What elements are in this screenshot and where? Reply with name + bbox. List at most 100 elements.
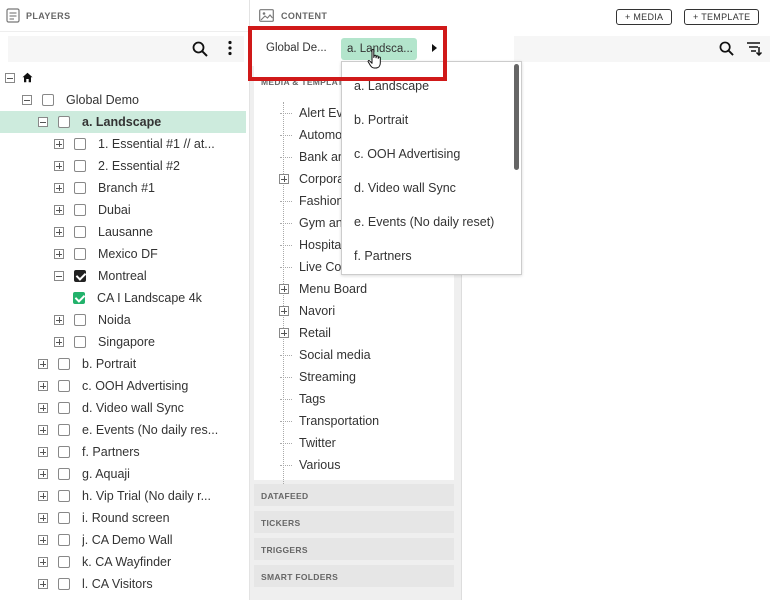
content-search-bar[interactable]: [514, 36, 770, 62]
player-checkbox[interactable]: [74, 270, 86, 282]
expand-plus-icon[interactable]: [38, 447, 48, 457]
expand-plus-icon[interactable]: [54, 139, 64, 149]
player-tree-row[interactable]: Branch #1: [0, 177, 246, 199]
section-triggers[interactable]: TRIGGERS: [254, 538, 454, 560]
player-tree-row[interactable]: 2. Essential #2: [0, 155, 246, 177]
media-folder-row[interactable]: Various: [254, 454, 454, 476]
dropdown-option[interactable]: f. Partners: [354, 249, 412, 263]
player-tree-row[interactable]: d. Video wall Sync: [0, 397, 246, 419]
player-checkbox[interactable]: [58, 380, 70, 392]
player-tree-row[interactable]: Dubai: [0, 199, 246, 221]
player-checkbox[interactable]: [74, 226, 86, 238]
expand-plus-icon[interactable]: [38, 579, 48, 589]
player-checkbox[interactable]: [74, 138, 86, 150]
search-icon[interactable]: [719, 41, 734, 56]
collapse-minus-icon[interactable]: [38, 117, 48, 127]
expand-plus-icon[interactable]: [54, 315, 64, 325]
expand-plus-icon[interactable]: [279, 306, 289, 316]
player-tree-row[interactable]: g. Aquaji: [0, 463, 246, 485]
player-tree-row[interactable]: Lausanne: [0, 221, 246, 243]
player-tree-row[interactable]: Noida: [0, 309, 246, 331]
home-icon[interactable]: [22, 72, 33, 83]
expand-plus-icon[interactable]: [54, 249, 64, 259]
section-datafeed[interactable]: DATAFEED: [254, 484, 454, 506]
collapse-minus-icon[interactable]: [54, 271, 64, 281]
player-tree-row[interactable]: Global Demo: [0, 89, 246, 111]
expand-plus-icon[interactable]: [38, 381, 48, 391]
player-checkbox[interactable]: [58, 424, 70, 436]
media-folder-row[interactable]: Navori: [254, 300, 454, 322]
expand-plus-icon[interactable]: [38, 491, 48, 501]
player-checkbox[interactable]: [58, 556, 70, 568]
media-folder-row[interactable]: Social media: [254, 344, 454, 366]
add-template-button[interactable]: + TEMPLATE: [684, 9, 760, 25]
player-tree-row[interactable]: [0, 67, 246, 89]
player-tree-row[interactable]: l. CA Visitors: [0, 573, 246, 595]
expand-plus-icon[interactable]: [38, 469, 48, 479]
player-checkbox[interactable]: [74, 314, 86, 326]
media-folder-row[interactable]: Transportation: [254, 410, 454, 432]
expand-plus-icon[interactable]: [38, 425, 48, 435]
dropdown-option[interactable]: e. Events (No daily reset): [354, 215, 494, 229]
player-checkbox[interactable]: [74, 182, 86, 194]
player-tree-row[interactable]: i. Round screen: [0, 507, 246, 529]
expand-plus-icon[interactable]: [54, 337, 64, 347]
player-tree-row[interactable]: Singapore: [0, 331, 246, 353]
player-checkbox[interactable]: [74, 204, 86, 216]
player-checkbox[interactable]: [58, 446, 70, 458]
player-checkbox[interactable]: [58, 468, 70, 480]
add-media-button[interactable]: + MEDIA: [616, 9, 673, 25]
player-checkbox[interactable]: [74, 160, 86, 172]
player-checkbox[interactable]: [58, 402, 70, 414]
player-checkbox[interactable]: [73, 292, 85, 304]
media-folder-row[interactable]: Twitter: [254, 432, 454, 454]
player-tree-row[interactable]: f. Partners: [0, 441, 246, 463]
expand-plus-icon[interactable]: [54, 161, 64, 171]
dropdown-option[interactable]: c. OOH Advertising: [354, 147, 460, 161]
expand-plus-icon[interactable]: [279, 328, 289, 338]
player-checkbox[interactable]: [58, 358, 70, 370]
player-tree-row[interactable]: k. CA Wayfinder: [0, 551, 246, 573]
player-tree-row[interactable]: CA I Landscape 4k: [0, 287, 246, 309]
expand-plus-icon[interactable]: [54, 205, 64, 215]
expand-plus-icon[interactable]: [38, 513, 48, 523]
player-tree-row[interactable]: e. Events (No daily res...: [0, 419, 246, 441]
player-checkbox[interactable]: [58, 534, 70, 546]
player-tree-row[interactable]: h. Vip Trial (No daily r...: [0, 485, 246, 507]
dropdown-option[interactable]: a. Landscape: [354, 79, 429, 93]
expand-plus-icon[interactable]: [279, 174, 289, 184]
media-folder-row[interactable]: Retail: [254, 322, 454, 344]
media-folder-row[interactable]: Menu Board: [254, 278, 454, 300]
expand-plus-icon[interactable]: [38, 557, 48, 567]
section-tickers[interactable]: TICKERS: [254, 511, 454, 533]
player-checkbox[interactable]: [58, 490, 70, 502]
player-checkbox[interactable]: [58, 578, 70, 590]
dropdown-option[interactable]: b. Portrait: [354, 113, 408, 127]
player-tree-row[interactable]: Montreal: [0, 265, 246, 287]
player-tree-row[interactable]: c. OOH Advertising: [0, 375, 246, 397]
collapse-minus-icon[interactable]: [5, 73, 15, 83]
expand-plus-icon[interactable]: [38, 535, 48, 545]
player-checkbox[interactable]: [58, 512, 70, 524]
more-options-icon[interactable]: [228, 40, 232, 56]
dropdown-option[interactable]: d. Video wall Sync: [354, 181, 456, 195]
player-checkbox[interactable]: [74, 248, 86, 260]
players-search-bar[interactable]: [8, 36, 244, 62]
section-smart-folders[interactable]: SMART FOLDERS: [254, 565, 454, 587]
expand-plus-icon[interactable]: [279, 284, 289, 294]
player-checkbox[interactable]: [58, 116, 70, 128]
expand-plus-icon[interactable]: [38, 359, 48, 369]
dropdown-scrollbar[interactable]: [514, 64, 519, 170]
sort-icon[interactable]: [746, 40, 762, 56]
collapse-minus-icon[interactable]: [22, 95, 32, 105]
player-checkbox[interactable]: [42, 94, 54, 106]
player-tree-row[interactable]: a. Landscape: [0, 111, 246, 133]
player-tree-row[interactable]: b. Portrait: [0, 353, 246, 375]
player-tree-row[interactable]: j. CA Demo Wall: [0, 529, 246, 551]
player-tree-row[interactable]: Mexico DF: [0, 243, 246, 265]
expand-plus-icon[interactable]: [54, 227, 64, 237]
player-tree-row[interactable]: 1. Essential #1 // at...: [0, 133, 246, 155]
player-checkbox[interactable]: [74, 336, 86, 348]
media-folder-row[interactable]: Tags: [254, 388, 454, 410]
media-folder-row[interactable]: Streaming: [254, 366, 454, 388]
